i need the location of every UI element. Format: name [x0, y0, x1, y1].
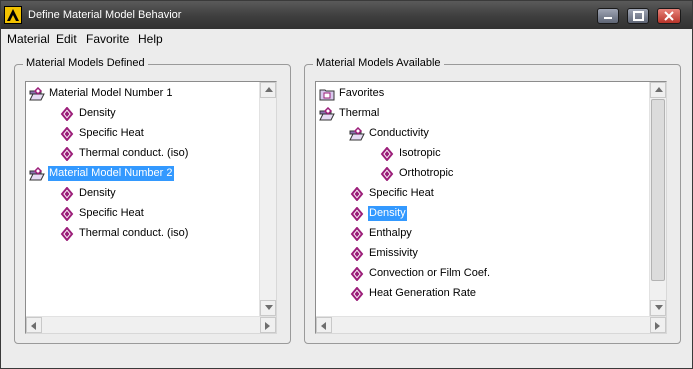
scroll-up-button[interactable] [260, 82, 276, 98]
material-property-icon [349, 266, 365, 282]
minimize-button[interactable] [597, 8, 619, 24]
material-property-icon [59, 206, 75, 222]
tree-item-label: Specific Heat [79, 127, 144, 139]
scroll-right-button[interactable] [260, 317, 276, 333]
folder-open-icon [349, 126, 365, 141]
scroll-down-button[interactable] [260, 300, 276, 316]
tree-item-label: Heat Generation Rate [369, 287, 477, 299]
scroll-down-button[interactable] [650, 300, 666, 316]
folder-open-icon [29, 86, 45, 101]
menu-bar: Material Edit Favorite Help [1, 29, 692, 49]
maximize-button[interactable] [627, 8, 649, 24]
tree-item-label: Enthalpy [369, 227, 412, 239]
defined-models-tree[interactable]: Material Model Number 1 Density Specific H… [25, 81, 277, 334]
scroll-up-button[interactable] [650, 82, 666, 98]
material-property-icon [59, 106, 75, 122]
available-vertical-scrollbar[interactable] [649, 82, 666, 316]
tree-item-label: Density [368, 206, 407, 221]
material-property-icon [59, 126, 75, 142]
tree-item-label: Material Model Number 1 [49, 87, 173, 99]
available-horizontal-scrollbar[interactable] [316, 316, 666, 333]
folder-closed-icon [319, 87, 335, 101]
close-button[interactable] [657, 8, 681, 24]
tree-item-label: Specific Heat [369, 187, 434, 199]
material-model-window: Define Material Model Behavior Material … [0, 0, 693, 369]
menu-edit[interactable]: Edit [56, 32, 77, 46]
tree-item-label: Favorites [339, 87, 385, 99]
tree-item-label: Orthotropic [399, 167, 454, 179]
material-property-icon [349, 226, 365, 242]
folder-open-icon [29, 166, 45, 181]
tree-item-label: Material Model Number 2 [48, 166, 174, 181]
tree-item-label: Emissivity [369, 247, 418, 259]
material-property-icon [349, 206, 365, 222]
tree-item-label: Conductivity [369, 127, 429, 139]
available-models-label: Material Models Available [313, 57, 444, 69]
material-property-icon [59, 146, 75, 162]
scroll-thumb[interactable] [651, 99, 665, 281]
tree-item-label: Thermal [339, 107, 380, 119]
tree-item-label: Isotropic [399, 147, 441, 159]
menu-favorite[interactable]: Favorite [86, 32, 129, 46]
material-property-icon [349, 286, 365, 302]
material-property-icon [379, 166, 395, 182]
defined-models-label: Material Models Defined [23, 57, 148, 69]
tree-item-label: Density [79, 107, 116, 119]
material-property-icon [379, 146, 395, 162]
available-models-tree[interactable]: Favorites Thermal Conductivity Isotropic Ort… [315, 81, 667, 334]
ansys-logo-icon [4, 6, 22, 24]
material-property-icon [59, 186, 75, 202]
tree-item-label: Specific Heat [79, 207, 144, 219]
menu-help[interactable]: Help [138, 32, 163, 46]
tree-item-label: Density [79, 187, 116, 199]
tree-item-label: Thermal conduct. (iso) [79, 147, 189, 159]
tree-item-label: Thermal conduct. (iso) [79, 227, 189, 239]
folder-open-icon [319, 106, 335, 121]
material-property-icon [349, 186, 365, 202]
scroll-left-button[interactable] [316, 317, 332, 333]
defined-vertical-scrollbar[interactable] [259, 82, 276, 316]
scroll-left-button[interactable] [26, 317, 42, 333]
material-property-icon [59, 226, 75, 242]
defined-horizontal-scrollbar[interactable] [26, 316, 276, 333]
title-bar[interactable]: Define Material Model Behavior [1, 1, 692, 29]
window-title: Define Material Model Behavior [28, 9, 182, 21]
material-property-icon [349, 246, 365, 262]
scroll-right-button[interactable] [650, 317, 666, 333]
menu-material[interactable]: Material [7, 32, 50, 46]
tree-item-label: Convection or Film Coef. [369, 267, 491, 279]
